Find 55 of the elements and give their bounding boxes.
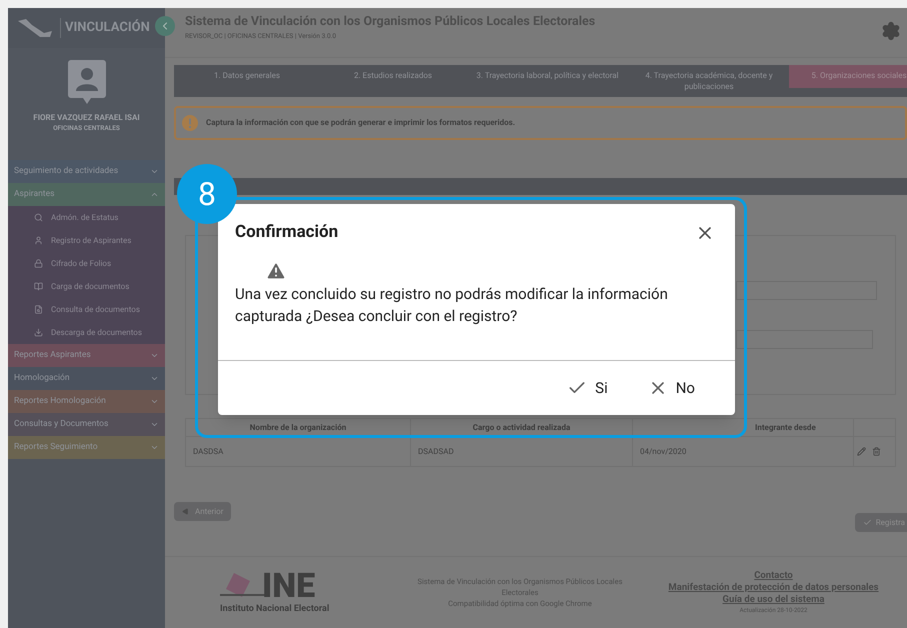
brand-name: VINCULACIÓN	[60, 18, 150, 38]
download-icon	[34, 328, 43, 337]
check-icon	[862, 518, 872, 527]
exclamation-icon	[182, 115, 198, 131]
menu-item[interactable]: Reportes Homologación	[8, 390, 165, 413]
edit-icon[interactable]	[857, 447, 866, 456]
table-cell: DSADSAD	[411, 436, 633, 466]
column-header: Nombre de la organización	[250, 422, 346, 434]
submenu-item[interactable]: Admón. de Estatus	[8, 206, 165, 229]
settings-icon[interactable]	[881, 21, 901, 41]
chevron-down-icon	[150, 443, 159, 452]
user-icon	[34, 236, 43, 245]
user-avatar-icon	[68, 60, 106, 104]
delete-icon[interactable]	[872, 447, 881, 456]
table-cell: DASDSA	[186, 436, 411, 466]
submenu-item[interactable]: Registro de Aspirantes	[8, 229, 165, 252]
menu-item[interactable]: Homologación	[8, 367, 165, 390]
chevron-down-icon	[150, 167, 159, 176]
chevron-down-icon	[150, 374, 159, 383]
chevron-up-icon	[150, 190, 159, 199]
confirm-button[interactable]: Si	[567, 376, 608, 399]
submenu-item[interactable]: Carga de documentos	[8, 275, 165, 298]
step-tab[interactable]: 4. Trayectoria académica, docente y publicaciones	[629, 65, 789, 97]
menu-item[interactable]: Reportes Seguimiento	[8, 436, 165, 459]
dialog-message: Una vez concluido su registro no podrás modificar la información capturada ¿Desea concluir con el registro?	[235, 284, 669, 326]
step-tab[interactable]: 3. Trayectoria laboral, política y electoral	[466, 65, 629, 97]
step-tab[interactable]: 2. Estudios realizados	[320, 65, 466, 97]
menu-item[interactable]: Reportes Aspirantes	[8, 344, 165, 367]
lock-icon	[34, 259, 43, 268]
chevron-down-icon	[150, 420, 159, 429]
column-header: Cargo o actividad realizada	[472, 422, 570, 434]
chevron-down-icon	[150, 351, 159, 360]
dialog-title: Confirmación	[235, 221, 338, 244]
user-name: FIORE VAZQUEZ RAFAEL ISAI	[33, 112, 140, 124]
table-cell: 04/nov/2020	[633, 436, 854, 466]
step-tab[interactable]: 1. Datos generales	[174, 65, 320, 97]
menu-item[interactable]: Aspirantes	[8, 183, 165, 206]
cancel-button[interactable]: No	[648, 376, 695, 399]
chevron-down-icon	[150, 397, 159, 406]
document-search-icon	[34, 305, 43, 314]
submenu-item[interactable]: Cifrado de Folios	[8, 252, 165, 275]
submenu-item[interactable]: Consulta de documentos	[8, 298, 165, 321]
input-field[interactable]	[736, 330, 873, 349]
submenu-item[interactable]: Descarga de documentos	[8, 321, 165, 344]
left-triangle-icon	[182, 508, 189, 515]
step-tab[interactable]: 5. Organizaciones sociales	[789, 65, 907, 88]
menu-item[interactable]: Seguimiento de actividades	[8, 160, 165, 183]
menu-item[interactable]: Consultas y Documentos	[8, 413, 165, 436]
search-icon	[34, 213, 43, 222]
input-field[interactable]	[736, 281, 877, 300]
alert-text: Captura la información con que se podrán generar e imprimir los formatos requeridos.	[206, 117, 516, 129]
logo-text: INE	[262, 568, 316, 603]
book-icon	[34, 282, 43, 291]
logo-caption: Instituto Nacional Electoral	[220, 602, 330, 616]
column-header: Integrante desde	[755, 422, 816, 434]
